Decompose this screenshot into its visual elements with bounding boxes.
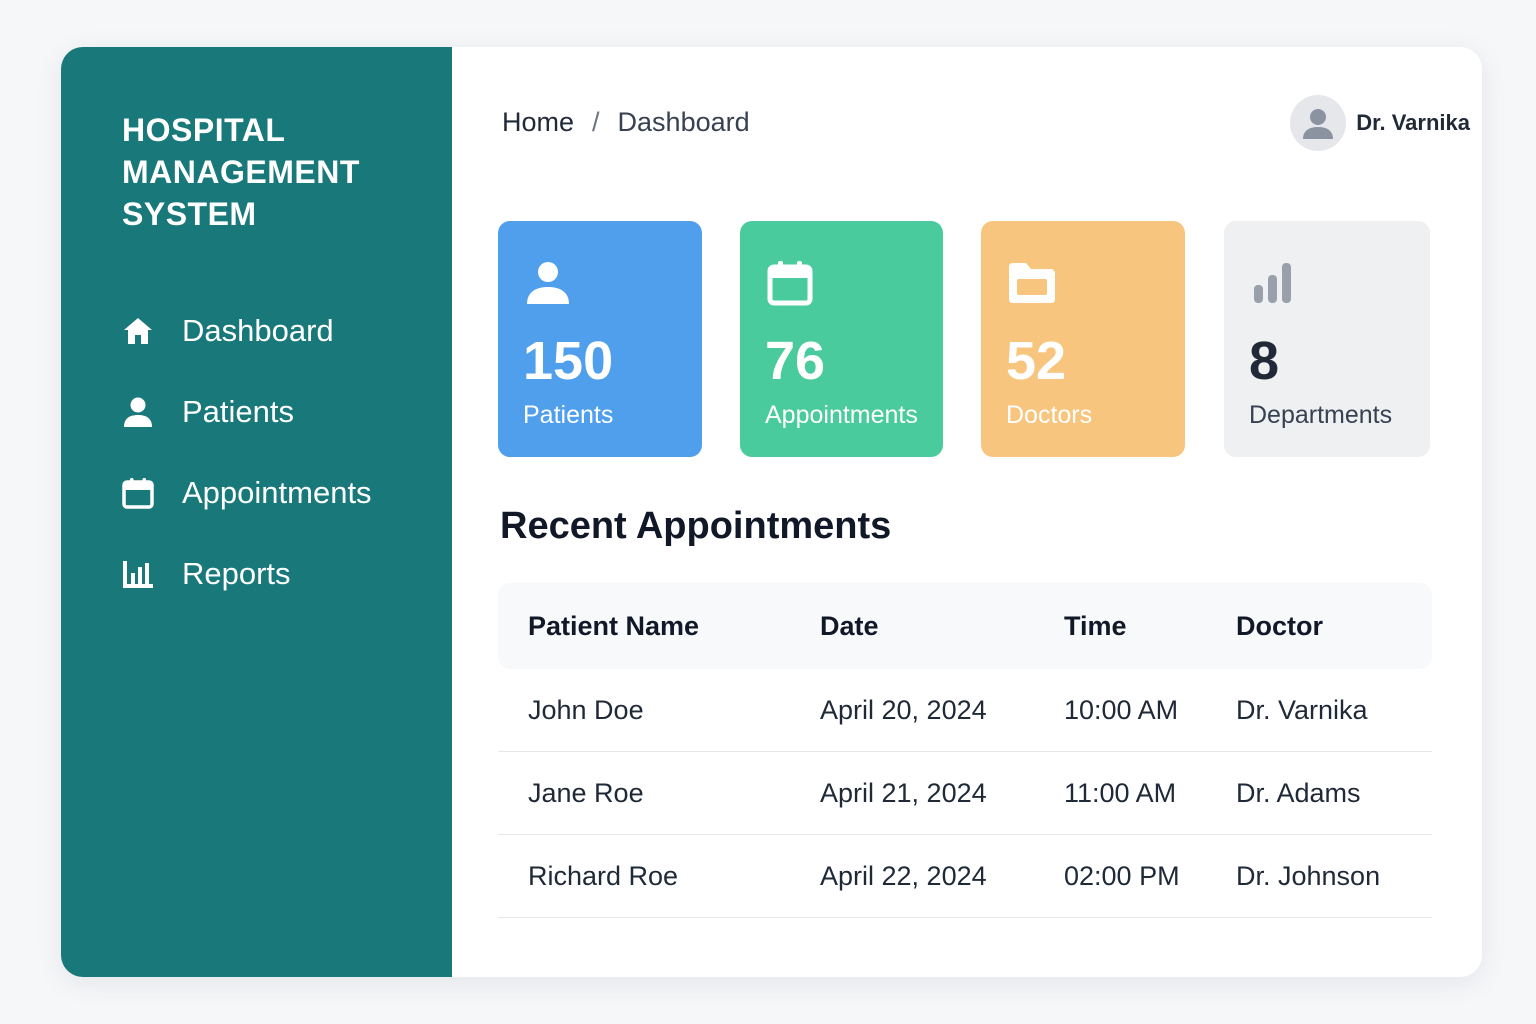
table-row[interactable]: John Doe April 20, 2024 10:00 AM Dr. Var… <box>498 669 1432 752</box>
app-brand: HOSPITAL MANAGEMENT SYSTEM <box>122 109 422 235</box>
app-window: HOSPITAL MANAGEMENT SYSTEM Dashboard Pat… <box>61 47 1482 977</box>
calendar-icon <box>121 476 155 510</box>
stat-value: 8 <box>1249 331 1280 391</box>
sidebar-item-reports[interactable]: Reports <box>121 552 441 596</box>
sidebar-item-label: Appointments <box>182 475 372 510</box>
cell-time: 02:00 PM <box>1064 860 1180 891</box>
recent-appointments-title: Recent Appointments <box>500 505 892 547</box>
column-header-date[interactable]: Date <box>820 611 1064 642</box>
brand-line-3: SYSTEM <box>122 196 257 232</box>
column-header-doctor[interactable]: Doctor <box>1236 611 1432 642</box>
cell-doctor: Dr. Adams <box>1236 777 1361 808</box>
cell-doctor: Dr. Johnson <box>1236 860 1381 891</box>
appointments-table: Patient Name Date Time Doctor John Doe A… <box>498 583 1432 918</box>
sidebar-item-label: Patients <box>182 394 295 429</box>
stat-card-doctors[interactable]: 52 Doctors <box>981 221 1185 457</box>
stat-card-appointments[interactable]: 76 Appointments <box>740 221 943 457</box>
column-header-patient-name[interactable]: Patient Name <box>498 611 820 642</box>
cell-date: April 20, 2024 <box>820 694 987 725</box>
cell-patient-name: Richard Roe <box>528 860 679 891</box>
brand-line-1: HOSPITAL <box>122 112 286 148</box>
breadcrumb-current: Dashboard <box>617 107 750 137</box>
cell-time: 10:00 AM <box>1064 694 1179 725</box>
stat-label: Departments <box>1249 401 1393 429</box>
cell-patient-name: John Doe <box>528 694 644 725</box>
breadcrumb-separator: / <box>592 107 600 137</box>
cell-date: April 22, 2024 <box>820 860 987 891</box>
stat-label: Appointments <box>765 401 918 429</box>
stat-label: Patients <box>523 401 614 429</box>
stat-value: 52 <box>1006 331 1067 391</box>
sidebar-item-dashboard[interactable]: Dashboard <box>121 309 441 353</box>
sidebar-nav: Dashboard Patients Appointments Reports <box>121 309 441 633</box>
stat-label: Doctors <box>1006 401 1093 429</box>
stats-cards: 150 Patients 76 Appointments 52 Doctors <box>498 221 1432 457</box>
cell-doctor: Dr. Varnika <box>1236 694 1368 725</box>
cell-time: 11:00 AM <box>1064 777 1177 808</box>
breadcrumb-home-link[interactable]: Home <box>502 107 574 138</box>
stat-value: 150 <box>523 331 614 391</box>
bar-chart-icon <box>121 557 155 591</box>
sidebar-item-label: Reports <box>182 556 291 591</box>
column-header-time[interactable]: Time <box>1064 611 1236 642</box>
user-icon <box>121 395 155 429</box>
user-profile[interactable]: Dr. Varnika <box>1290 95 1470 151</box>
user-name: Dr. Varnika <box>1356 110 1470 135</box>
table-row[interactable]: Jane Roe April 21, 2024 11:00 AM Dr. Ada… <box>498 752 1432 835</box>
stat-card-patients[interactable]: 150 Patients <box>498 221 702 457</box>
avatar-icon <box>1290 95 1347 151</box>
sidebar-item-patients[interactable]: Patients <box>121 390 441 434</box>
brand-line-2: MANAGEMENT <box>122 154 360 190</box>
stat-card-departments[interactable]: 8 Departments <box>1224 221 1430 457</box>
table-row[interactable]: Richard Roe April 22, 2024 02:00 PM Dr. … <box>498 835 1432 918</box>
sidebar-item-appointments[interactable]: Appointments <box>121 471 441 515</box>
sidebar-item-label: Dashboard <box>182 313 334 348</box>
main-content: Home / Dashboard Dr. Varnika 150 Patient… <box>452 47 1482 977</box>
calendar-icon <box>766 259 814 307</box>
stat-value: 76 <box>765 331 826 391</box>
home-icon <box>121 314 155 348</box>
breadcrumb: Home / Dashboard <box>502 107 750 138</box>
sidebar: HOSPITAL MANAGEMENT SYSTEM Dashboard Pat… <box>61 47 452 977</box>
table-header: Patient Name Date Time Doctor <box>498 583 1432 669</box>
folder-icon <box>1007 259 1055 307</box>
cell-date: April 21, 2024 <box>820 777 987 808</box>
user-icon <box>524 259 572 307</box>
cell-patient-name: Jane Roe <box>528 777 644 808</box>
bar-chart-icon <box>1250 259 1298 307</box>
